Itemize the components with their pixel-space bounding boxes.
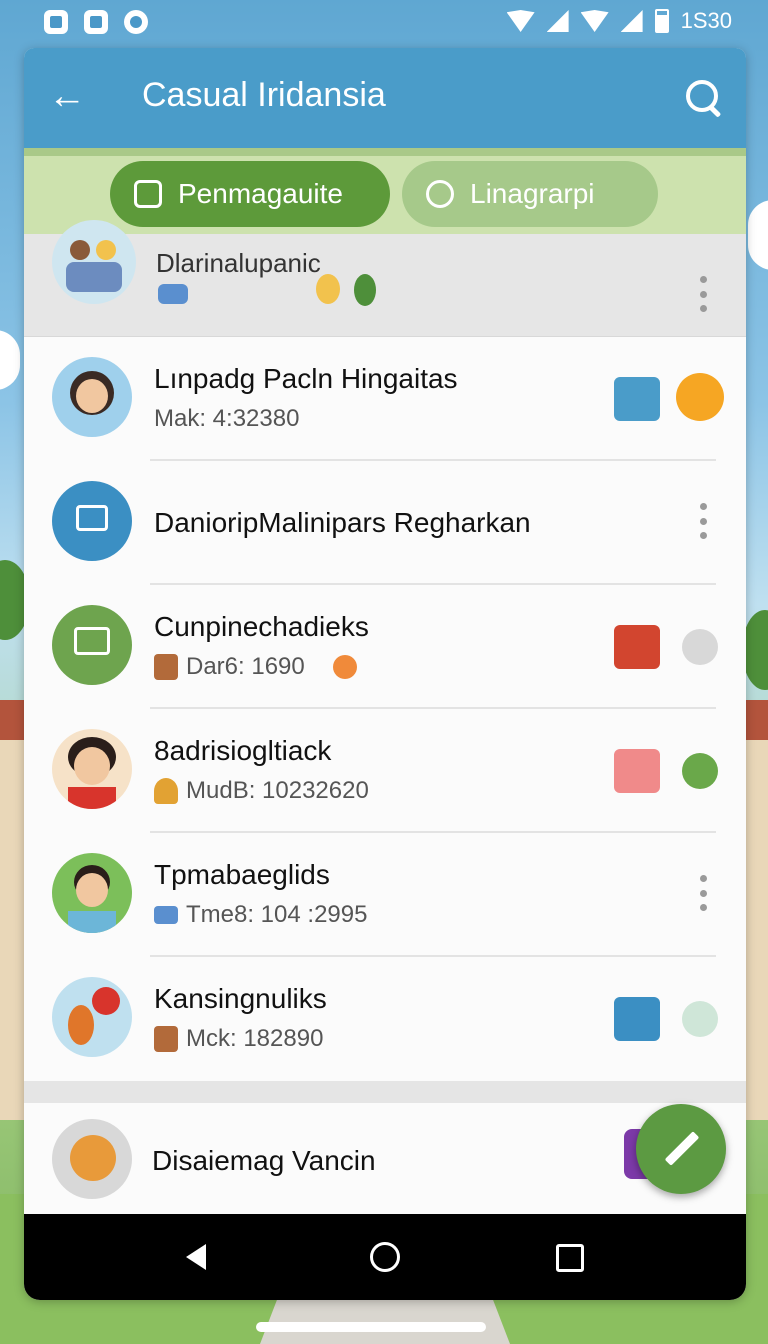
tab-label: Penmagauite — [178, 178, 344, 209]
item-meta: Dar6: 1690 — [154, 653, 357, 681]
item-name: Lınpadg Pacln Hingaitas — [154, 363, 458, 394]
status-time: 1S30 — [680, 8, 732, 33]
tab-bar: Penmagauite Linagrarpi — [24, 148, 746, 234]
play-icon[interactable] — [614, 997, 660, 1041]
tab-penmagauite[interactable]: Penmagauite — [110, 161, 390, 227]
gesture-bar — [256, 1322, 486, 1332]
avatar — [52, 357, 132, 437]
shell-icon — [154, 778, 178, 804]
jar-icon — [154, 1026, 178, 1052]
nav-back-icon[interactable] — [186, 1244, 206, 1270]
signal-icon — [620, 10, 643, 32]
more-icon[interactable] — [700, 875, 708, 911]
search-icon[interactable] — [686, 80, 718, 112]
item-name: Cunpinechadieks — [154, 611, 369, 642]
sun-icon[interactable] — [676, 373, 724, 421]
lightbulb-icon — [316, 274, 340, 304]
back-arrow-icon[interactable]: ← — [48, 77, 88, 118]
avatar — [52, 853, 132, 933]
mail-icon[interactable] — [614, 749, 660, 793]
list-item[interactable]: Tpmabaeglids Tme8: 104 :2995 — [24, 833, 746, 957]
section-divider — [24, 1081, 746, 1103]
avatar — [52, 1119, 132, 1199]
bowl-icon — [158, 284, 188, 304]
header-row[interactable]: Dlarinalupanic — [24, 220, 746, 337]
item-meta: Mak: 4:32380 — [154, 405, 300, 432]
avatar — [52, 220, 136, 304]
tab-linagrarpi[interactable]: Linagrarpi — [402, 161, 658, 227]
jar-icon — [154, 654, 178, 680]
list-item[interactable]: DanioripMalinipars Regharkan — [24, 461, 746, 585]
item-meta: Tme8: 104 :2995 — [154, 901, 367, 929]
notification-icon — [124, 10, 148, 34]
item-name: Kansingnuliks — [154, 983, 327, 1014]
edit-icon — [134, 180, 162, 208]
app-thumbnail[interactable] — [614, 625, 660, 669]
compose-button[interactable] — [636, 1104, 726, 1194]
app-window: ← Casual Iridansia Penmagauite Linagrarp… — [24, 48, 746, 1300]
item-meta: MudB: 10232620 — [154, 777, 369, 805]
list-item[interactable]: Kansingnuliks Mck: 182890 — [24, 957, 746, 1081]
emoji-icon — [332, 655, 357, 679]
status-bar: 1S30 — [0, 0, 768, 48]
more-icon[interactable] — [682, 629, 718, 665]
avatar — [52, 605, 132, 685]
wifi-icon — [580, 10, 609, 32]
location-icon — [426, 180, 454, 208]
app-bar: ← Casual Iridansia — [24, 48, 746, 148]
avatar — [52, 481, 132, 561]
wifi-icon — [506, 10, 535, 32]
avatar — [52, 729, 132, 809]
avatar — [52, 977, 132, 1057]
bowl-icon — [154, 906, 178, 924]
battery-icon — [654, 9, 669, 33]
more-icon[interactable] — [682, 1001, 718, 1037]
list-item[interactable]: Lınpadg Pacln Hingaitas Mak: 4:32380 — [24, 337, 746, 461]
contact-list: Lınpadg Pacln Hingaitas Mak: 4:32380 Dan… — [24, 337, 746, 1081]
page-title: Casual Iridansia — [142, 76, 386, 114]
more-icon[interactable] — [700, 276, 708, 312]
item-name: DanioripMalinipars Regharkan — [154, 507, 531, 538]
nav-recents-icon[interactable] — [556, 1244, 584, 1272]
item-name: Tpmabaeglids — [154, 859, 330, 890]
list-item[interactable]: 8adrisiogltiack MudB: 10232620 — [24, 709, 746, 833]
leaf-icon — [354, 274, 376, 306]
nav-home-icon[interactable] — [370, 1242, 400, 1272]
item-name: Disaiemag Vancin — [152, 1145, 376, 1176]
signal-icon — [546, 10, 569, 32]
navigation-bar — [24, 1214, 746, 1300]
more-icon[interactable] — [700, 503, 708, 539]
eye-icon[interactable] — [682, 753, 718, 789]
send-icon[interactable] — [614, 377, 660, 421]
item-meta: Mck: 182890 — [154, 1025, 323, 1053]
notification-icon — [84, 10, 108, 34]
tab-label: Linagrarpi — [470, 178, 595, 209]
header-label: Dlarinalupanic — [156, 248, 321, 278]
notification-icon — [44, 10, 68, 34]
item-name: 8adrisiogltiack — [154, 735, 332, 766]
list-item[interactable]: Cunpinechadieks Dar6: 1690 — [24, 585, 746, 709]
